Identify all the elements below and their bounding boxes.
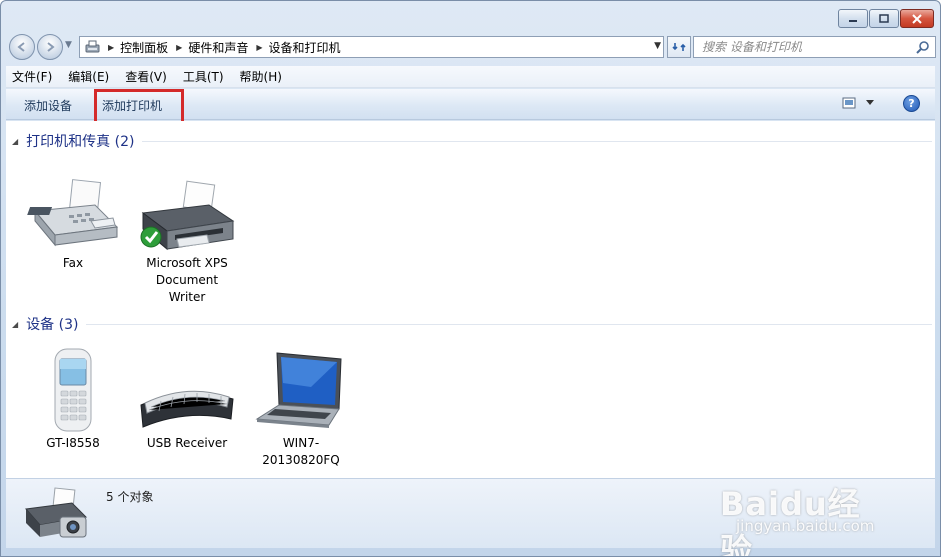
refresh-button[interactable] xyxy=(667,36,691,58)
breadcrumb-item-control-panel[interactable]: 控制面板 ▶ xyxy=(120,39,188,56)
close-button[interactable] xyxy=(900,9,934,28)
group-header-devices[interactable]: ◢ 设备 (3) xyxy=(12,314,932,334)
menu-help[interactable]: 帮助(H) xyxy=(240,68,282,85)
breadcrumb-separator-root[interactable]: ▶ xyxy=(106,43,120,52)
minimize-icon xyxy=(849,19,857,22)
printer-icon xyxy=(140,180,235,251)
arrow-left-icon xyxy=(17,42,25,52)
device-label: WIN7-20130820FQ xyxy=(262,436,340,467)
forward-button[interactable] xyxy=(37,34,63,60)
menu-edit[interactable]: 编辑(E) xyxy=(68,68,109,85)
device-list: ◢ 打印机和传真 (2) Fax Microsoft XPS Document … xyxy=(6,121,935,478)
breadcrumb-item-hardware-sound[interactable]: 硬件和声音 ▶ xyxy=(188,39,268,56)
navigation-bar: ▼ ▶ 控制面板 ▶ 硬件和声音 ▶ 设备和打印机 ▼ xyxy=(7,32,936,62)
minimize-button[interactable] xyxy=(838,9,868,28)
close-icon xyxy=(912,13,922,24)
breadcrumb-label: 控制面板 xyxy=(120,40,169,55)
menu-tools[interactable]: 工具(T) xyxy=(183,68,224,85)
divider xyxy=(86,323,932,325)
device-label: Microsoft XPS Document Writer xyxy=(146,256,228,304)
keyboard-icon xyxy=(140,390,234,428)
search-box xyxy=(693,36,936,58)
menu-view[interactable]: 查看(V) xyxy=(125,68,167,85)
fax-icon xyxy=(27,179,119,247)
chevron-down-icon xyxy=(866,100,874,105)
collapse-triangle-icon[interactable]: ◢ xyxy=(12,320,18,329)
menu-file[interactable]: 文件(F) xyxy=(12,68,52,85)
watermark: Baidu经验 jingyan.baidu.com xyxy=(720,477,890,556)
breadcrumb-item-devices-printers[interactable]: 设备和打印机 xyxy=(269,39,341,56)
change-view-button[interactable] xyxy=(842,97,874,109)
menu-bar: 文件(F) 编辑(E) 查看(V) 工具(T) 帮助(H) xyxy=(6,66,935,88)
group-title: 打印机和传真 (2) xyxy=(26,134,135,150)
view-icon xyxy=(842,97,856,109)
collapse-triangle-icon[interactable]: ◢ xyxy=(12,137,18,146)
command-bar: 添加设备 添加打印机 ? xyxy=(6,89,935,127)
devices-folder-icon xyxy=(85,40,100,53)
divider xyxy=(142,140,932,142)
watermark-site: jingyan.baidu.com xyxy=(736,517,875,535)
breadcrumb-label: 设备和打印机 xyxy=(268,40,341,55)
maximize-button[interactable] xyxy=(869,9,899,28)
device-xps-writer[interactable]: Microsoft XPS Document Writer xyxy=(137,177,237,306)
breadcrumb-label: 硬件和声音 xyxy=(188,40,249,55)
add-device-button[interactable]: 添加设备 xyxy=(24,97,72,114)
phone-icon xyxy=(54,348,92,432)
device-label: GT-I8558 xyxy=(46,436,100,450)
group-title: 设备 (3) xyxy=(26,317,79,333)
search-input[interactable] xyxy=(702,40,912,54)
device-fax[interactable]: Fax xyxy=(23,177,123,272)
device-laptop[interactable]: WIN7-20130820FQ xyxy=(251,347,351,469)
device-phone[interactable]: GT-I8558 xyxy=(23,347,123,452)
address-bar[interactable]: ▶ 控制面板 ▶ 硬件和声音 ▶ 设备和打印机 ▼ xyxy=(79,36,664,58)
object-count: 5 个对象 xyxy=(106,490,154,504)
address-dropdown[interactable]: ▼ xyxy=(654,41,661,51)
printer-camera-icon xyxy=(25,487,88,538)
help-button[interactable]: ? xyxy=(903,95,920,112)
device-label: Fax xyxy=(62,256,84,270)
caption-buttons xyxy=(838,9,934,28)
laptop-icon xyxy=(255,352,342,428)
arrow-right-icon xyxy=(47,42,55,52)
group-header-printers[interactable]: ◢ 打印机和传真 (2) xyxy=(12,131,932,151)
device-label: USB Receiver xyxy=(146,436,228,450)
refresh-icon xyxy=(672,43,686,51)
back-button[interactable] xyxy=(9,34,35,60)
window: ▼ ▶ 控制面板 ▶ 硬件和声音 ▶ 设备和打印机 ▼ 搜索 设备和打印机 文件… xyxy=(0,0,941,557)
device-usb-receiver[interactable]: USB Receiver xyxy=(137,347,237,452)
maximize-icon xyxy=(879,14,889,23)
recent-pages-dropdown[interactable]: ▼ xyxy=(65,40,72,50)
search-icon[interactable] xyxy=(916,40,930,54)
